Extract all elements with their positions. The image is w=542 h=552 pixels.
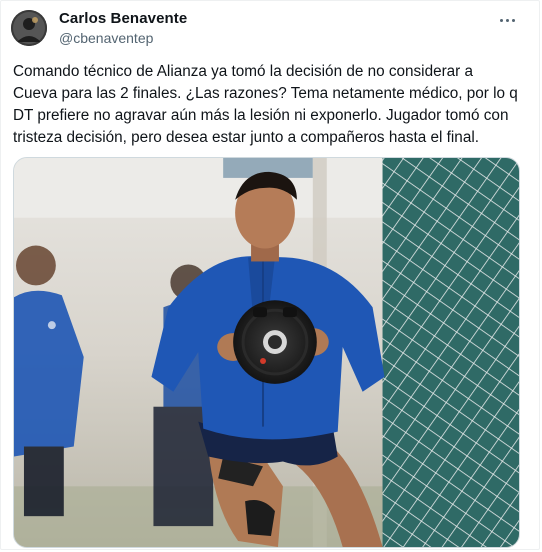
author-handle[interactable]: @cbenaventep <box>59 30 153 46</box>
tweet-text-line: Comando técnico de Alianza ya tomó la de… <box>13 63 474 80</box>
more-horizontal-icon[interactable] <box>495 11 519 29</box>
avatar-image <box>11 10 47 46</box>
tweet-card: Carlos Benavente @cbenaventep Comando té… <box>0 0 540 550</box>
author-avatar[interactable] <box>11 10 47 46</box>
author-name[interactable]: Carlos Benavente <box>59 10 187 27</box>
tweet-text-line: DT prefiere no agravar aún más la lesión… <box>13 107 509 124</box>
tweet-text: Comando técnico de Alianza ya tomó la de… <box>13 61 525 149</box>
photo-illustration <box>14 158 519 547</box>
tweet-text-line: Cueva para las 2 finales. ¿Las razones? … <box>13 85 518 102</box>
tweet-text-line: tristeza decisión, pero desea estar junt… <box>13 129 479 146</box>
tweet-photo[interactable] <box>13 157 520 548</box>
